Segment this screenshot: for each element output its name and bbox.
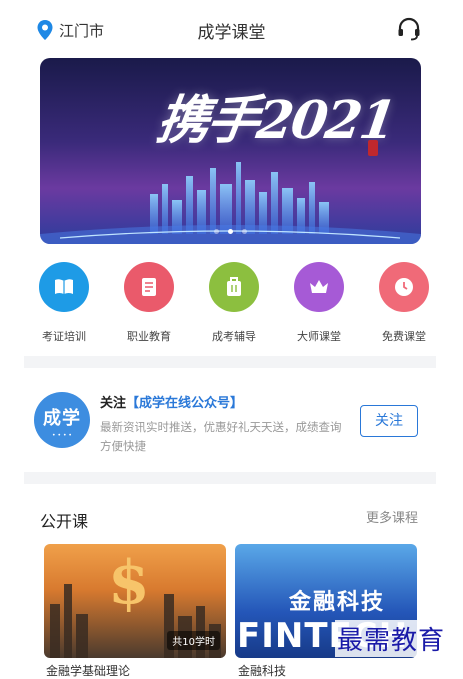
category-adult-exam[interactable]: 成考辅导 <box>194 262 274 352</box>
follow-title: 关注【成学在线公众号】 <box>100 392 243 411</box>
category-label: 考证培训 <box>42 330 86 343</box>
watermark: 最需教育 <box>335 620 448 657</box>
briefcase-icon <box>209 262 259 312</box>
follow-official-account-card: 成学 • • • • 关注【成学在线公众号】 最新资讯实时推送，优惠好礼天天送，… <box>24 378 436 470</box>
follow-label: 关注 <box>100 396 127 411</box>
carousel-dot[interactable] <box>213 229 219 234</box>
promo-banner[interactable]: 携手2021 <box>40 58 421 244</box>
category-label: 成考辅导 <box>212 330 256 343</box>
category-vocational[interactable]: 职业教育 <box>109 262 189 352</box>
more-courses-link[interactable]: 更多课程 <box>366 507 418 526</box>
course-card[interactable]: $ 共10学时 <box>44 544 226 658</box>
category-label: 职业教育 <box>127 330 171 343</box>
category-label: 免费课堂 <box>382 330 426 343</box>
book-icon <box>39 262 89 312</box>
course-overlay-text: 金融科技 <box>289 590 386 615</box>
follow-button[interactable]: 关注 <box>360 405 418 437</box>
account-name: 【成学在线公众号】 <box>126 396 244 411</box>
page-title: 成学课堂 <box>197 23 266 43</box>
clock-icon <box>379 262 429 312</box>
category-master-class[interactable]: 大师课堂 <box>279 262 359 352</box>
section-title-public-courses: 公开课 <box>40 512 89 531</box>
follow-description: 最新资讯实时推送，优惠好礼天天送，成绩查询方便快捷 <box>100 420 342 453</box>
course-title[interactable]: 金融学基础理论 <box>46 662 130 679</box>
course-title[interactable]: 金融科技 <box>238 662 286 679</box>
section-divider <box>24 356 436 368</box>
category-grid: 考证培训 职业教育 成考辅导 大师课堂 免费课堂 <box>24 262 444 352</box>
section-divider <box>24 472 436 484</box>
headset-icon[interactable] <box>396 16 422 42</box>
category-free-class[interactable]: 免费课堂 <box>364 262 444 352</box>
category-exam-training[interactable]: 考证培训 <box>24 262 104 352</box>
dollar-symbol: $ <box>108 548 150 618</box>
carousel-dot[interactable] <box>242 229 248 234</box>
crown-icon <box>294 262 344 312</box>
top-bar: 江门市 成学课堂 <box>0 0 463 58</box>
lesson-count-badge: 共10学时 <box>167 631 220 650</box>
banner-headline: 携手2021 <box>153 90 399 151</box>
category-label: 大师课堂 <box>297 330 341 343</box>
carousel-dot[interactable] <box>228 229 233 234</box>
document-icon <box>124 262 174 312</box>
carousel-dots <box>40 219 421 238</box>
brand-logo: 成学 • • • • <box>34 392 90 448</box>
